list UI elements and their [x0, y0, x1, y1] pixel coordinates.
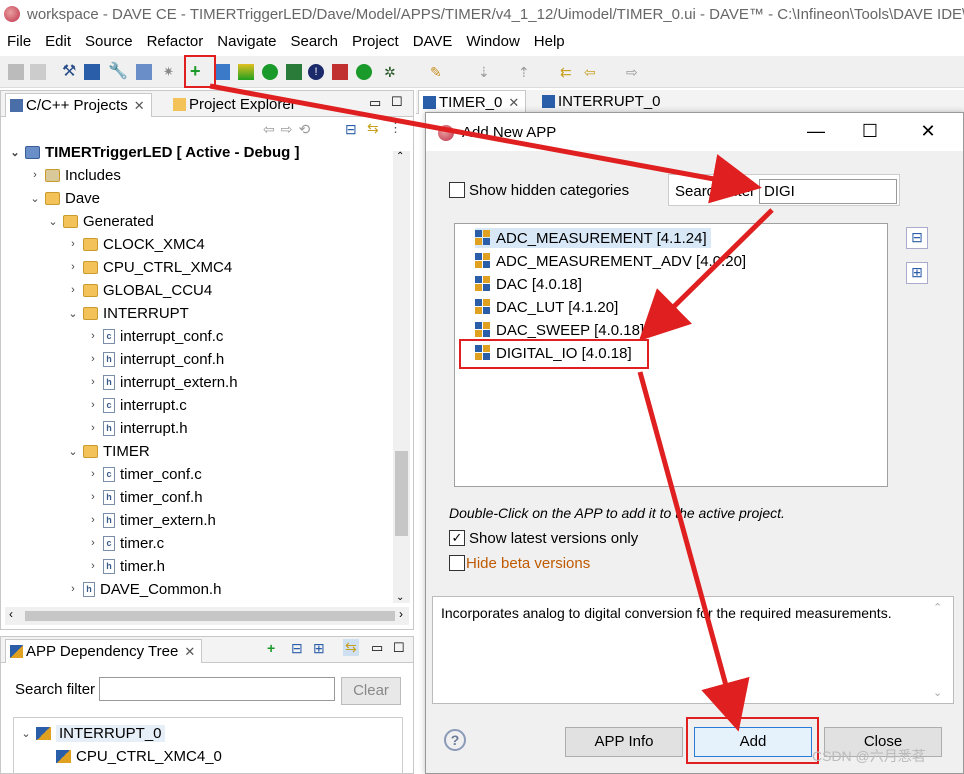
- arrow-to-search: [209, 83, 762, 204]
- annotation-arrows: [209, 83, 774, 732]
- arrow-to-digital-io: [638, 208, 774, 342]
- arrow-to-add: [637, 371, 750, 732]
- watermark: CSDN @六月悉茗: [812, 748, 926, 764]
